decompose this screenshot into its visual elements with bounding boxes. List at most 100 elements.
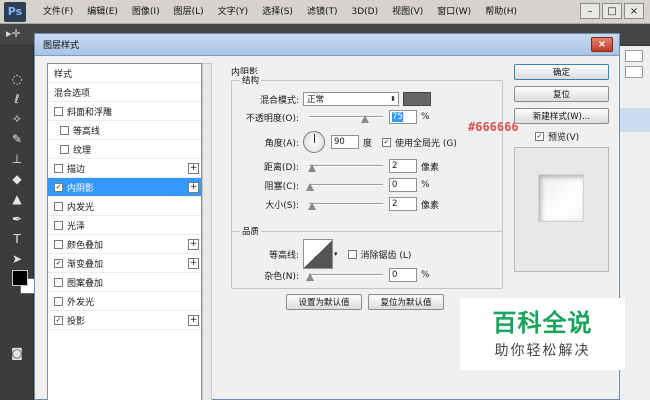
window-close-button[interactable]: ×	[624, 3, 644, 19]
blur-tool-icon[interactable]: ▲	[4, 190, 30, 208]
quick-mask-icon[interactable]: ◙	[4, 344, 30, 362]
minimize-button[interactable]: –	[580, 3, 600, 19]
menu-view[interactable]: 视图(V)	[385, 0, 430, 24]
panel-dropdown[interactable]	[625, 50, 643, 62]
style-checkbox[interactable]	[54, 201, 63, 211]
antialias-checkbox[interactable]	[347, 249, 357, 259]
menu-select[interactable]: 选择(S)	[255, 0, 300, 24]
quick-select-tool-icon[interactable]: ✧	[4, 110, 30, 128]
move-tool-icon[interactable]: ▸✛	[6, 27, 21, 40]
panel-dropdown[interactable]	[625, 66, 643, 78]
distance-input[interactable]: 2	[389, 159, 417, 173]
choke-slider[interactable]	[306, 179, 383, 191]
reset-default-button[interactable]: 复位为默认值	[368, 294, 444, 310]
new-style-button[interactable]: 新建样式(W)...	[514, 108, 609, 124]
style-list: 样式 混合选项 斜面和浮雕 等高线 纹理 描边 + ✓ 内阴影 + 内发光光泽颜色叠加 + ✓ 渐变叠加 +…	[47, 63, 202, 400]
style-checkbox[interactable]	[54, 296, 63, 306]
style-list-item[interactable]: 斜面和浮雕	[48, 102, 201, 121]
path-select-tool-icon[interactable]: ➤	[4, 250, 30, 268]
choke-input[interactable]: 0	[389, 178, 417, 192]
style-list-item[interactable]: 内发光	[48, 197, 201, 216]
style-checkbox[interactable]	[60, 125, 69, 135]
style-list-item[interactable]: 样式	[48, 64, 201, 83]
slider-thumb[interactable]	[306, 183, 315, 191]
style-checkbox[interactable]: ✓	[54, 182, 63, 192]
style-checkbox[interactable]: ✓	[54, 315, 63, 325]
style-list-item[interactable]: ✓ 渐变叠加 +	[48, 254, 201, 273]
type-tool-icon[interactable]: T	[4, 230, 30, 248]
contour-picker[interactable]	[303, 239, 333, 269]
chevron-down-icon[interactable]: ▾	[334, 250, 338, 258]
style-list-item[interactable]: 描边 +	[48, 159, 201, 178]
add-effect-icon[interactable]: +	[188, 239, 199, 250]
slider-track	[309, 203, 383, 205]
slider-thumb[interactable]	[306, 273, 315, 281]
style-checkbox[interactable]	[54, 106, 63, 116]
menu-type[interactable]: 文字(Y)	[211, 0, 256, 24]
noise-slider[interactable]	[306, 269, 383, 281]
style-checkbox[interactable]	[54, 277, 63, 287]
style-list-item[interactable]: ✓ 投影 +	[48, 311, 201, 330]
style-list-item[interactable]: 图案叠加	[48, 273, 201, 292]
style-list-item[interactable]: 等高线	[48, 121, 201, 140]
maximize-button[interactable]: □	[602, 3, 622, 19]
menu-help[interactable]: 帮助(H)	[478, 0, 524, 24]
style-list-item[interactable]: 纹理	[48, 140, 201, 159]
style-checkbox[interactable]	[54, 239, 63, 249]
shadow-color-swatch[interactable]	[403, 92, 431, 106]
menu-filter[interactable]: 滤镜(T)	[300, 0, 345, 24]
add-effect-icon[interactable]: +	[188, 258, 199, 269]
slider-thumb[interactable]	[307, 202, 316, 210]
add-effect-icon[interactable]: +	[188, 163, 199, 174]
menu-edit[interactable]: 编辑(E)	[80, 0, 125, 24]
make-default-button[interactable]: 设置为默认值	[286, 294, 362, 310]
pen-tool-icon[interactable]: ✒	[4, 210, 30, 228]
size-input[interactable]: 2	[389, 197, 417, 211]
menu-file[interactable]: 文件(F)	[36, 0, 80, 24]
style-list-item[interactable]: 混合选项	[48, 83, 201, 102]
ok-button[interactable]: 确定	[514, 64, 609, 80]
style-checkbox[interactable]: ✓	[54, 258, 63, 268]
angle-input[interactable]: 90	[331, 135, 359, 149]
brush-tool-icon[interactable]: ✎	[4, 130, 30, 148]
eraser-tool-icon[interactable]: ◆	[4, 170, 30, 188]
opacity-input[interactable]: 75	[389, 110, 417, 124]
watermark-title: 百科全说	[492, 309, 593, 337]
style-list-item[interactable]: 外发光	[48, 292, 201, 311]
style-checkbox[interactable]	[54, 220, 63, 230]
style-checkbox[interactable]	[54, 163, 63, 173]
stamp-tool-icon[interactable]: ⊥	[4, 150, 30, 168]
opacity-slider[interactable]	[309, 111, 383, 123]
angle-dial[interactable]	[303, 131, 325, 153]
blend-mode-select[interactable]: 正常 ⬍	[303, 92, 399, 106]
menu-layer[interactable]: 图层(L)	[167, 0, 211, 24]
add-effect-icon[interactable]: +	[188, 315, 199, 326]
distance-value: 2	[392, 161, 398, 171]
global-light-checkbox[interactable]: ✓	[382, 137, 392, 147]
close-button[interactable]: ×	[591, 37, 613, 52]
reset-button[interactable]: 复位	[514, 86, 609, 102]
style-checkbox[interactable]	[60, 144, 69, 154]
noise-input[interactable]: 0	[389, 268, 417, 282]
foreground-color-swatch[interactable]	[12, 270, 28, 286]
distance-row: 距离(D): 2 像素	[233, 158, 439, 174]
slider-thumb[interactable]	[307, 164, 316, 172]
preview-checkbox[interactable]: ✓	[535, 131, 544, 141]
size-slider[interactable]	[307, 198, 383, 210]
style-list-label: 内发光	[67, 202, 95, 213]
style-list-scrollbar[interactable]	[202, 63, 212, 400]
menu-window[interactable]: 窗口(W)	[430, 0, 478, 24]
size-label: 大小(S):	[265, 200, 299, 211]
menu-image[interactable]: 图像(I)	[125, 0, 167, 24]
add-effect-icon[interactable]: +	[188, 182, 199, 193]
style-list-item[interactable]: 光泽	[48, 216, 201, 235]
lasso-tool-icon[interactable]: ℓ	[4, 90, 30, 108]
style-list-item[interactable]: ✓ 内阴影 +	[48, 178, 201, 197]
marquee-tool-icon[interactable]: ◌	[4, 70, 30, 88]
distance-slider[interactable]	[307, 160, 383, 172]
style-list-label: 光泽	[67, 221, 86, 232]
menu-3d[interactable]: 3D(D)	[344, 0, 385, 24]
style-list-item[interactable]: 颜色叠加 +	[48, 235, 201, 254]
selected-layer-row[interactable]	[619, 108, 650, 132]
slider-thumb[interactable]	[360, 115, 369, 123]
